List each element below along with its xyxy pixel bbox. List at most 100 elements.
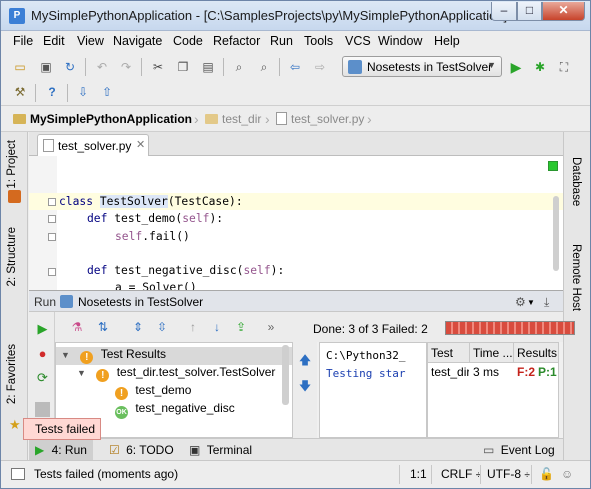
- sync-icon[interactable]: ↻: [62, 59, 78, 75]
- find-icon[interactable]: ⌕: [231, 59, 247, 75]
- coverage-icon[interactable]: ⛶: [556, 59, 572, 75]
- close-button[interactable]: ✕: [542, 2, 585, 21]
- tree-suite[interactable]: ▼ ! test_dir.test_solver.TestSolver: [56, 365, 292, 383]
- tab-project[interactable]: 1: Project: [6, 140, 18, 189]
- fold-icon[interactable]: [48, 268, 56, 276]
- expand-all-icon[interactable]: ⇕: [130, 319, 146, 335]
- chevron-down-icon[interactable]: ▼: [61, 350, 71, 360]
- right-tool-strip: Database Remote Host: [563, 132, 590, 460]
- chevron-down-icon[interactable]: ▼: [77, 368, 87, 378]
- save-icon[interactable]: ▣: [38, 59, 54, 75]
- export-icon[interactable]: ⇪: [233, 319, 249, 335]
- table-cell: test_dir: [431, 365, 469, 379]
- column-header[interactable]: Results: [514, 343, 558, 363]
- fold-icon[interactable]: [48, 233, 56, 241]
- previous-failed-icon[interactable]: ↑: [185, 319, 201, 335]
- next-failed-icon[interactable]: ↓: [209, 319, 225, 335]
- tree-root[interactable]: ▼ ! Test Results: [56, 347, 292, 365]
- window-title: MySimplePythonApplication - [C:\SamplesP…: [31, 8, 518, 23]
- arrow-down-icon[interactable]: 🡇: [297, 378, 313, 394]
- tab-database[interactable]: Database: [570, 157, 582, 206]
- run-icon[interactable]: ▶: [508, 59, 524, 75]
- arrow-up-icon[interactable]: 🡅: [297, 352, 313, 368]
- menu-edit[interactable]: Edit: [43, 34, 65, 48]
- vcs-update-icon[interactable]: ⇩: [75, 84, 91, 100]
- menu-tools[interactable]: Tools: [304, 34, 333, 48]
- column-header[interactable]: Time ...: [470, 343, 514, 363]
- menu-run[interactable]: Run: [270, 34, 293, 48]
- tab-remote-host[interactable]: Remote Host: [570, 244, 582, 311]
- undo-icon[interactable]: ↶: [94, 59, 110, 75]
- test-runner-toolbar: ⚗ ⇅ ⇕ ⇳ ↑ ↓ ⇪ » Done: 3 of 3 Failed: 2: [55, 312, 575, 342]
- redo-icon[interactable]: ↷: [118, 59, 134, 75]
- run-panel-config: Nosetests in TestSolver: [78, 295, 204, 309]
- open-folder-icon[interactable]: ▭: [12, 59, 28, 75]
- tab-terminal[interactable]: ▣ Terminal: [183, 439, 258, 461]
- sort-alpha-icon[interactable]: ⇅: [95, 319, 111, 335]
- close-icon[interactable]: ✕: [136, 138, 145, 151]
- cursor-position[interactable]: 1:1: [410, 467, 427, 481]
- editor-scrollbar[interactable]: [553, 196, 559, 271]
- breadcrumb-test-dir[interactable]: test_dir: [205, 112, 261, 126]
- menu-vcs[interactable]: VCS: [345, 34, 371, 48]
- passed-count: P:1: [538, 365, 557, 379]
- tab-run[interactable]: ▶ 4: Run: [29, 439, 93, 461]
- chevron-down-icon[interactable]: ▼: [527, 298, 535, 307]
- menu-refactor[interactable]: Refactor: [213, 34, 260, 48]
- menu-file[interactable]: File: [13, 34, 33, 48]
- tab-structure[interactable]: 2: Structure: [6, 227, 18, 286]
- stop-icon[interactable]: [35, 402, 50, 417]
- menu-window[interactable]: Window: [378, 34, 422, 48]
- collapse-all-icon[interactable]: ⇳: [154, 319, 170, 335]
- gear-icon[interactable]: ⚙: [515, 295, 526, 309]
- rerun-icon[interactable]: ▶: [35, 321, 50, 336]
- lock-icon[interactable]: 🔓: [539, 467, 554, 481]
- menu-code[interactable]: Code: [173, 34, 203, 48]
- pycharm-icon[interactable]: [8, 190, 21, 203]
- forward-icon[interactable]: ⇨: [312, 59, 328, 75]
- minimize-button[interactable]: –: [491, 2, 517, 21]
- tab-event-log[interactable]: ▭ Event Log: [477, 439, 561, 461]
- cut-icon[interactable]: ✂: [150, 59, 166, 75]
- tab-test-solver[interactable]: test_solver.py ✕: [37, 134, 149, 156]
- fold-icon[interactable]: [48, 215, 56, 223]
- vcs-commit-icon[interactable]: ⇧: [99, 84, 115, 100]
- tool-windows-toggle-icon[interactable]: [11, 468, 25, 480]
- encoding[interactable]: UTF-8 ÷: [487, 467, 530, 481]
- run-panel: ▶ ● ⟳ ⚗ ⇅ ⇕ ⇳ ↑ ↓ ⇪ » Done: 3 of 3 Faile…: [29, 312, 575, 438]
- run-panel-header: Run Nosetests in TestSolver ⚙ ▼ ⤓: [29, 290, 563, 312]
- back-icon[interactable]: ⇦: [287, 59, 303, 75]
- tab-todo[interactable]: ☑ 6: TODO: [103, 439, 180, 461]
- line-separator[interactable]: CRLF ÷: [441, 467, 481, 481]
- tree-test-item[interactable]: ! test_demo: [56, 383, 292, 401]
- replace-icon[interactable]: ⌕: [256, 59, 272, 75]
- main-toolbar: ▭ ▣ ↻ ↶ ↷ ✂ ❐ ▤ ⌕ ⌕ ⇦ ⇨ Nosetests in Tes…: [1, 52, 590, 82]
- settings-icon[interactable]: ⚒: [12, 84, 28, 100]
- hide-panel-icon[interactable]: ⤓: [544, 295, 549, 310]
- menu-view[interactable]: View: [77, 34, 104, 48]
- debug-icon[interactable]: ✱: [532, 59, 548, 75]
- inspector-icon[interactable]: ☺: [561, 467, 573, 481]
- tree-test-item[interactable]: OK test_negative_disc: [56, 401, 292, 419]
- breadcrumb-file[interactable]: test_solver.py: [276, 112, 364, 126]
- more-icon[interactable]: »: [263, 319, 279, 335]
- column-header[interactable]: Test: [428, 343, 470, 363]
- maximize-button[interactable]: □: [517, 2, 542, 21]
- menu-navigate[interactable]: Navigate: [113, 34, 162, 48]
- copy-icon[interactable]: ❐: [175, 59, 191, 75]
- menu-help[interactable]: Help: [434, 34, 460, 48]
- help-icon[interactable]: ?: [44, 84, 60, 100]
- breadcrumb-project[interactable]: MySimplePythonApplication: [13, 112, 192, 126]
- paste-icon[interactable]: ▤: [200, 59, 216, 75]
- filter-icon[interactable]: ⚗: [69, 319, 85, 335]
- run-configuration-select[interactable]: Nosetests in TestSolver ▼: [342, 56, 502, 77]
- tree-scrollbar[interactable]: [282, 345, 289, 405]
- rerun-failed-icon[interactable]: ●: [35, 346, 50, 361]
- test-console-output[interactable]: C:\Python32_ Testing star: [319, 342, 427, 438]
- warning-icon: !: [80, 351, 94, 364]
- code-editor[interactable]: class TestSolver(TestCase): def test_dem…: [29, 156, 563, 290]
- toggle-auto-test-icon[interactable]: ⟳: [35, 370, 50, 385]
- tab-favorites[interactable]: 2: Favorites: [6, 344, 18, 404]
- fold-icon[interactable]: [48, 198, 56, 206]
- star-icon[interactable]: ★: [9, 417, 21, 433]
